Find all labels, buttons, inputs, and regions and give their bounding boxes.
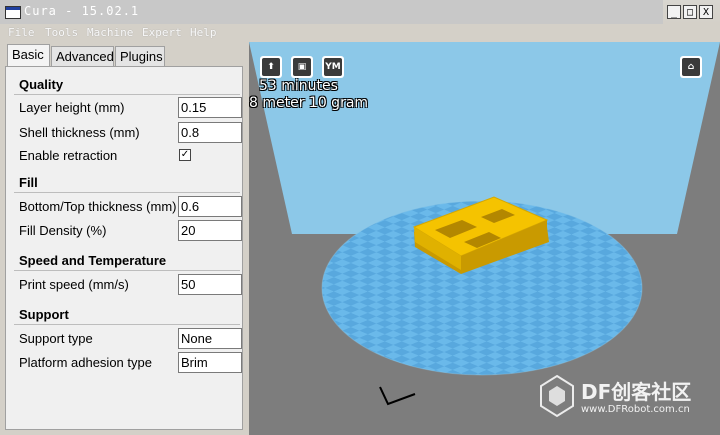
material-usage-text: 8 meter 10 gram [249, 95, 369, 111]
section-support: Support [19, 307, 69, 322]
view-mode-button[interactable]: ⌂ [680, 56, 702, 78]
watermark-url: www.DFRobot.com.cn [581, 404, 690, 415]
youmagine-button[interactable]: YM [322, 56, 344, 78]
divider [14, 324, 240, 325]
youmagine-icon: YM [324, 58, 342, 76]
menu-help[interactable]: Help [190, 26, 217, 39]
divider [14, 192, 240, 193]
menu-bar: File Tools Machine Expert Help [0, 24, 720, 42]
menu-tools[interactable]: Tools [45, 26, 78, 39]
section-fill: Fill [19, 175, 38, 190]
enable-retraction-label: Enable retraction [19, 148, 118, 163]
tab-basic[interactable]: Basic [7, 44, 50, 67]
divider [14, 94, 240, 95]
close-button[interactable]: X [699, 5, 713, 19]
support-type-label: Support type [19, 331, 93, 346]
settings-panel: Basic Advanced Plugins Quality Layer hei… [0, 42, 246, 435]
layer-height-label: Layer height (mm) [19, 100, 125, 115]
tab-advanced[interactable]: Advanced [51, 46, 114, 66]
basic-tab-content [5, 66, 243, 430]
divider [14, 270, 240, 271]
layer-height-input[interactable]: 0.15 [178, 97, 242, 118]
print-speed-input[interactable]: 50 [178, 274, 242, 295]
save-icon: ▣ [293, 58, 311, 76]
section-quality: Quality [19, 77, 64, 92]
axis-indicator [379, 386, 416, 406]
save-gcode-button[interactable]: ▣ [291, 56, 313, 78]
platform-adhesion-select[interactable]: Brim [178, 352, 242, 373]
load-icon: ⬆ [262, 58, 280, 76]
watermark-brand: DF创客社区 [581, 380, 692, 404]
bottom-top-thickness-label: Bottom/Top thickness (mm) [19, 199, 177, 214]
load-model-button[interactable]: ⬆ [260, 56, 282, 78]
tab-plugins[interactable]: Plugins [115, 46, 165, 66]
dfrobot-logo-icon [540, 374, 574, 418]
app-icon [5, 6, 21, 19]
minimize-button[interactable]: _ [667, 5, 681, 19]
support-type-select[interactable]: None [178, 328, 242, 349]
window-title: Cura - 15.02.1 [24, 4, 140, 18]
bottom-top-thickness-input[interactable]: 0.6 [178, 196, 242, 217]
maximize-button[interactable]: □ [683, 5, 697, 19]
shell-thickness-input[interactable]: 0.8 [178, 122, 242, 143]
shell-thickness-label: Shell thickness (mm) [19, 125, 140, 140]
view-mode-icon: ⌂ [682, 58, 700, 76]
fill-density-input[interactable]: 20 [178, 220, 242, 241]
menu-file[interactable]: File [8, 26, 35, 39]
watermark: DF创客社区 www.DFRobot.com.cn [537, 372, 717, 432]
platform-adhesion-label: Platform adhesion type [19, 355, 152, 370]
print-time-text: 53 minutes [259, 78, 338, 94]
menu-expert[interactable]: Expert [142, 26, 182, 39]
fill-density-label: Fill Density (%) [19, 223, 107, 238]
enable-retraction-checkbox[interactable]: ✓ [179, 149, 191, 161]
menu-machine[interactable]: Machine [87, 26, 133, 39]
section-speed-temperature: Speed and Temperature [19, 253, 167, 268]
title-bar: Cura - 15.02.1 _ □ X [0, 0, 720, 25]
print-speed-label: Print speed (mm/s) [19, 277, 129, 292]
